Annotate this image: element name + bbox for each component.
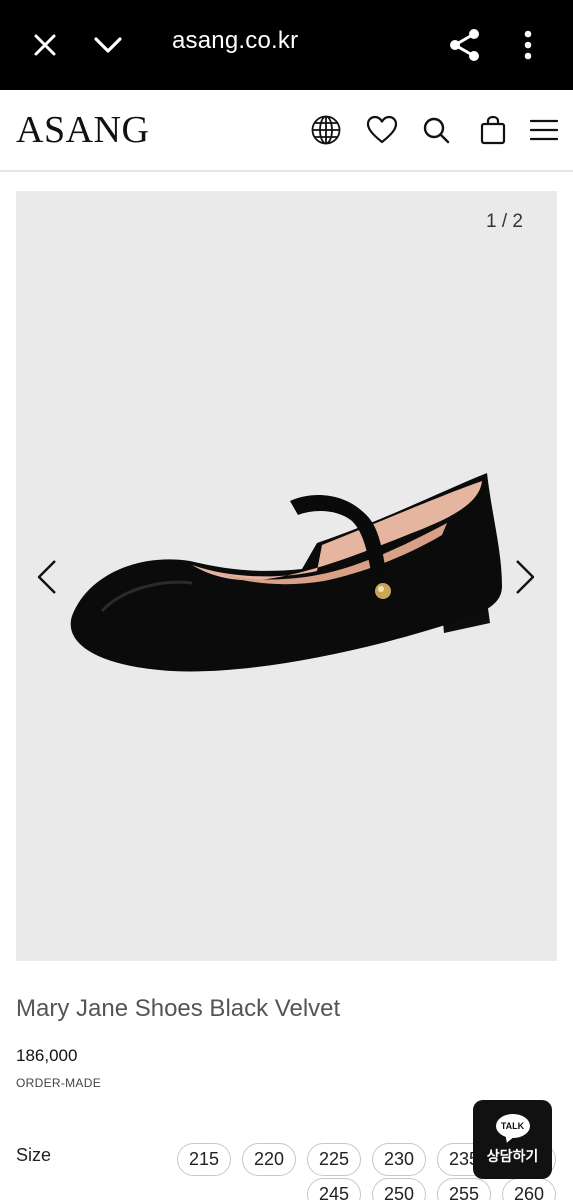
menu-icon[interactable] xyxy=(526,112,562,148)
size-option[interactable]: 250 xyxy=(372,1178,426,1200)
bag-icon[interactable] xyxy=(475,112,511,148)
talk-badge: TALK xyxy=(500,1120,525,1131)
site-logo[interactable]: ASANG xyxy=(16,108,149,152)
kakao-chat-button[interactable]: TALK 상담하기 xyxy=(473,1100,552,1179)
close-icon[interactable] xyxy=(28,28,62,62)
product-title: Mary Jane Shoes Black Velvet xyxy=(16,995,341,1022)
size-option[interactable]: 255 xyxy=(437,1178,491,1200)
size-option[interactable]: 245 xyxy=(307,1178,361,1200)
size-option[interactable]: 225 xyxy=(307,1143,361,1176)
chat-label: 상담하기 xyxy=(486,1148,539,1165)
product-photo xyxy=(70,473,502,672)
image-counter: 1 / 2 xyxy=(486,211,523,232)
browser-toolbar: asang.co.kr xyxy=(0,0,573,90)
size-option[interactable]: 215 xyxy=(177,1143,231,1176)
size-option[interactable]: 260 xyxy=(502,1178,556,1200)
chevron-down-icon[interactable] xyxy=(90,28,126,62)
size-option[interactable]: 230 xyxy=(372,1143,426,1176)
talk-bubble-icon: TALK xyxy=(495,1113,530,1138)
share-icon[interactable] xyxy=(446,26,484,64)
url-bar[interactable]: asang.co.kr xyxy=(172,27,298,55)
chevron-right-icon[interactable] xyxy=(510,557,540,597)
product-image-carousel[interactable]: 1 / 2 xyxy=(16,191,557,961)
size-label: Size xyxy=(16,1145,52,1165)
search-icon[interactable] xyxy=(418,112,454,148)
heart-icon[interactable] xyxy=(364,112,400,148)
size-option[interactable]: 220 xyxy=(242,1143,296,1176)
order-type-label: ORDER-MADE xyxy=(16,1076,102,1090)
globe-icon[interactable] xyxy=(308,112,344,148)
site-header: ASANG xyxy=(0,90,573,172)
more-vert-icon[interactable] xyxy=(512,26,544,64)
chevron-left-icon[interactable] xyxy=(32,557,62,597)
product-price: 186,000 xyxy=(16,1046,78,1065)
